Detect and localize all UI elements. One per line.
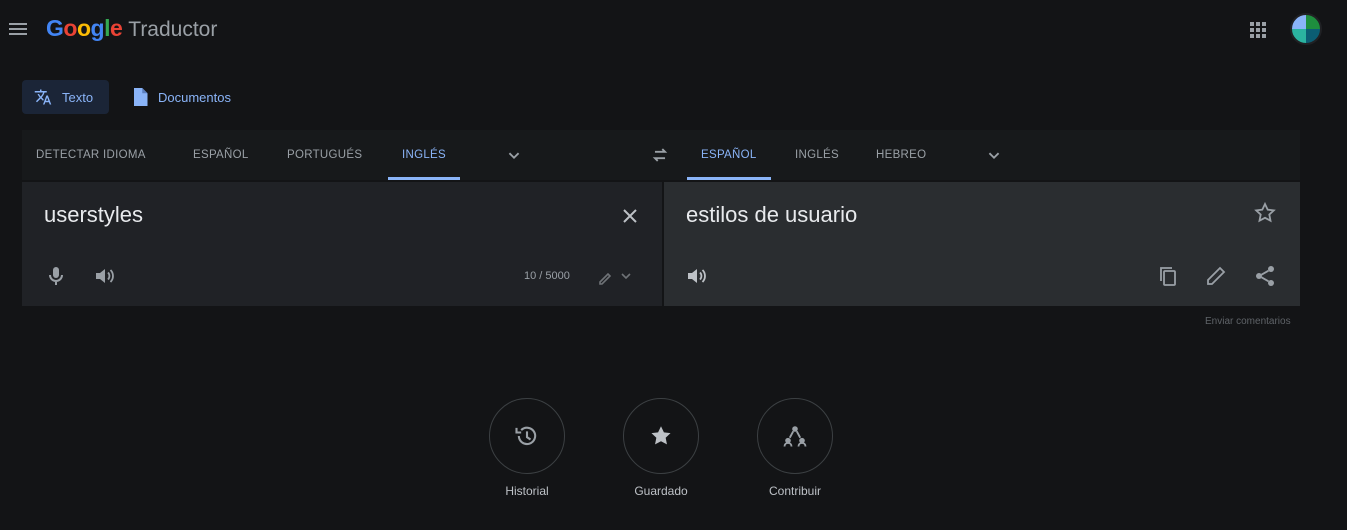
copy-icon[interactable] [1156,264,1180,288]
source-more-languages-chevron-down-icon[interactable] [503,144,525,166]
saved-button[interactable]: Guardado [611,398,711,498]
document-icon [132,88,148,106]
target-more-languages-chevron-down-icon[interactable] [983,144,1005,166]
mode-documents-button[interactable]: Documentos [124,80,254,114]
translation-panel: estilos de usuario [664,182,1300,306]
apps-grid-icon[interactable] [1246,18,1270,42]
history-label: Historial [505,484,549,498]
share-icon[interactable] [1253,264,1277,288]
clear-icon[interactable] [618,204,642,228]
target-speaker-icon[interactable] [684,264,708,288]
translation-output: estilos de usuario [686,202,858,227]
history-icon [513,422,541,450]
hamburger-menu-icon[interactable] [6,17,30,41]
source-speaker-icon[interactable] [92,264,116,288]
source-lang-spanish[interactable]: ESPAÑOL [193,130,249,180]
star-filled-icon [648,423,674,449]
source-lang-english[interactable]: INGLÉS [388,130,460,180]
character-count: 10 / 5000 [524,270,570,282]
contribute-button[interactable]: Contribuir [745,398,845,498]
source-lang-detect[interactable]: DETECTAR IDIOMA [36,130,146,180]
mode-text-button[interactable]: Texto [22,80,109,114]
swap-languages-icon[interactable] [649,144,671,166]
saved-circle [623,398,699,474]
contribute-icon [781,422,809,450]
logo-google-wordmark: Google [46,15,123,41]
mode-documents-label: Documentos [158,89,231,105]
source-text-panel: userstyles 10 / 5000 [22,182,662,306]
saved-label: Guardado [634,484,688,498]
target-lang-spanish[interactable]: ESPAÑOL [687,130,771,180]
source-text-input[interactable]: userstyles [44,202,143,228]
history-circle [489,398,565,474]
history-button[interactable]: Historial [477,398,577,498]
top-bar: Google Traductor [0,0,1347,60]
language-bar: DETECTAR IDIOMA ESPAÑOL PORTUGUÉS INGLÉS… [22,130,1300,180]
microphone-icon[interactable] [44,264,68,288]
edit-icon[interactable] [1204,264,1228,288]
logo-product-name: Traductor [128,18,218,41]
send-feedback-link[interactable]: Enviar comentarios [1205,316,1291,327]
google-translate-logo[interactable]: Google Traductor [46,15,217,42]
mode-text-label: Texto [62,89,94,105]
star-icon[interactable] [1253,201,1277,225]
target-lang-hebrew[interactable]: HEBREO [876,130,926,180]
contribute-label: Contribuir [768,484,822,498]
handwriting-icon[interactable] [596,264,636,288]
account-avatar[interactable] [1290,13,1322,45]
contribute-circle [757,398,833,474]
source-lang-portuguese[interactable]: PORTUGUÉS [287,130,362,180]
target-lang-english[interactable]: INGLÉS [795,130,839,180]
translate-icon [34,88,52,106]
